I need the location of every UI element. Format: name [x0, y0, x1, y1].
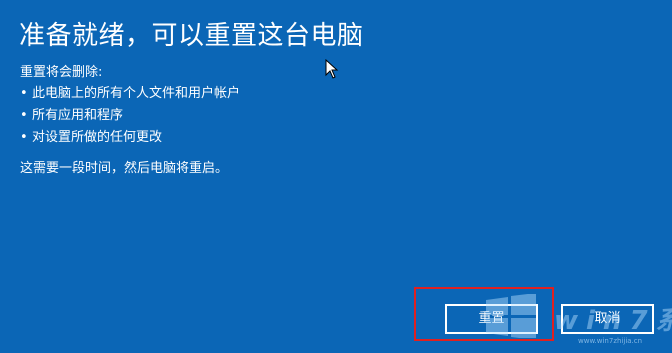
delete-items-list: 此电脑上的所有个人文件和用户帐户 所有应用和程序 对设置所做的任何更改: [20, 83, 240, 149]
restart-note: 这需要一段时间，然后电脑将重启。: [20, 161, 229, 176]
delete-intro-label: 重置将会删除:: [20, 65, 103, 80]
list-item: 所有应用和程序: [20, 105, 240, 127]
cancel-button[interactable]: 取消: [561, 304, 654, 334]
list-item: 此电脑上的所有个人文件和用户帐户: [20, 83, 240, 105]
list-item: 对设置所做的任何更改: [20, 127, 240, 149]
page-title: 准备就绪，可以重置这台电脑: [19, 21, 364, 51]
watermark-url: www.win7zhijia.cn: [578, 337, 643, 345]
reset-button[interactable]: 重置: [445, 304, 538, 334]
mouse-cursor-icon: [325, 59, 339, 79]
